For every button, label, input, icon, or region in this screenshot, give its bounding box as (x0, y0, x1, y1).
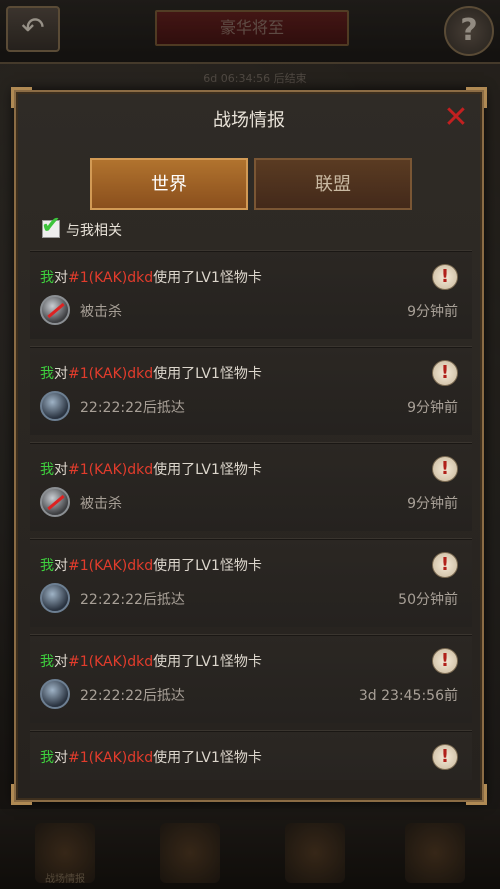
entry-status-text: 22:22:22后抵达 (80, 400, 185, 416)
intel-entry[interactable]: 我对#1(KAK)dkd使用了LV1怪物卡 ! 被击杀 9分钟前 (30, 250, 472, 339)
entry-status-text: 被击杀 (80, 304, 122, 320)
intel-entry[interactable]: 我对#1(KAK)dkd使用了LV1怪物卡 ! 22:22:22后抵达 9分钟前 (30, 346, 472, 435)
corner-ornament (466, 784, 487, 805)
monster-icon (40, 391, 70, 421)
entry-verb: 对 (54, 750, 68, 766)
monster-icon (40, 583, 70, 613)
corner-ornament (11, 87, 32, 108)
entry-message: 我对#1(KAK)dkd使用了LV1怪物卡 (40, 459, 262, 479)
entry-time: 3d 23:45:56前 (358, 688, 458, 704)
entry-verb: 对 (54, 654, 68, 670)
entry-verb: 对 (54, 366, 68, 382)
intel-entry[interactable]: 我对#1(KAK)dkd使用了LV1怪物卡 ! (30, 730, 472, 780)
close-icon: ✕ (443, 100, 469, 135)
entry-status-text: 被击杀 (80, 496, 122, 512)
entry-time: 9分钟前 (407, 496, 458, 512)
entry-action: 使用了LV1怪物卡 (153, 366, 262, 382)
entry-action: 使用了LV1怪物卡 (153, 654, 262, 670)
entry-action: 使用了LV1怪物卡 (153, 558, 262, 574)
entry-message: 我对#1(KAK)dkd使用了LV1怪物卡 (40, 651, 262, 671)
warning-icon[interactable]: ! (432, 456, 458, 482)
entry-target[interactable]: #1(KAK)dkd (68, 366, 153, 382)
entry-message: 我对#1(KAK)dkd使用了LV1怪物卡 (40, 555, 262, 575)
warning-icon[interactable]: ! (432, 360, 458, 386)
battle-intel-panel: 战场情报 ✕ 世界 联盟 ✔ 与我相关 我对#1(KAK)dkd使用了LV1怪物卡… (11, 87, 487, 805)
entry-target[interactable]: #1(KAK)dkd (68, 462, 153, 478)
checkmark-icon: ✔ (41, 211, 62, 239)
warning-icon[interactable]: ! (432, 744, 458, 770)
entry-verb: 对 (54, 462, 68, 478)
related-filter-label: 与我相关 (66, 223, 122, 239)
entry-message: 我对#1(KAK)dkd使用了LV1怪物卡 (40, 747, 262, 767)
entry-target[interactable]: #1(KAK)dkd (68, 654, 153, 670)
monster-killed-icon (40, 487, 70, 517)
entry-time: 50分钟前 (398, 592, 458, 608)
monster-killed-icon (40, 295, 70, 325)
entry-time: 9分钟前 (407, 304, 458, 320)
tab-bar: 世界 联盟 (90, 158, 412, 212)
intel-entry[interactable]: 我对#1(KAK)dkd使用了LV1怪物卡 ! 22:22:22后抵达 50分钟… (30, 538, 472, 627)
entry-actor: 我 (40, 462, 54, 478)
entry-message: 我对#1(KAK)dkd使用了LV1怪物卡 (40, 363, 262, 383)
warning-icon[interactable]: ! (432, 648, 458, 674)
entry-actor: 我 (40, 750, 54, 766)
intel-entry[interactable]: 我对#1(KAK)dkd使用了LV1怪物卡 ! 被击杀 9分钟前 (30, 442, 472, 531)
entry-actor: 我 (40, 654, 54, 670)
entry-message: 我对#1(KAK)dkd使用了LV1怪物卡 (40, 267, 262, 287)
entry-target[interactable]: #1(KAK)dkd (68, 270, 153, 286)
tab-alliance[interactable]: 联盟 (254, 158, 412, 210)
entry-time: 9分钟前 (407, 400, 458, 416)
corner-ornament (11, 784, 32, 805)
intel-list[interactable]: 我对#1(KAK)dkd使用了LV1怪物卡 ! 被击杀 9分钟前 我对#1(KA… (30, 250, 472, 780)
related-checkbox[interactable]: ✔ (41, 213, 61, 238)
monster-icon (40, 679, 70, 709)
entry-action: 使用了LV1怪物卡 (153, 750, 262, 766)
warning-icon[interactable]: ! (432, 552, 458, 578)
entry-action: 使用了LV1怪物卡 (153, 462, 262, 478)
entry-verb: 对 (54, 558, 68, 574)
entry-action: 使用了LV1怪物卡 (153, 270, 262, 286)
warning-icon[interactable]: ! (432, 264, 458, 290)
entry-target[interactable]: #1(KAK)dkd (68, 750, 153, 766)
panel-title: 战场情报 (213, 110, 285, 131)
entry-status-text: 22:22:22后抵达 (80, 592, 185, 608)
entry-actor: 我 (40, 366, 54, 382)
entry-verb: 对 (54, 270, 68, 286)
intel-entry[interactable]: 我对#1(KAK)dkd使用了LV1怪物卡 ! 22:22:22后抵达 3d 2… (30, 634, 472, 723)
tab-world[interactable]: 世界 (90, 158, 248, 210)
related-filter[interactable]: ✔ 与我相关 (41, 213, 122, 242)
entry-status-text: 22:22:22后抵达 (80, 688, 185, 704)
close-button[interactable]: ✕ (442, 103, 470, 133)
entry-actor: 我 (40, 270, 54, 286)
entry-actor: 我 (40, 558, 54, 574)
entry-target[interactable]: #1(KAK)dkd (68, 558, 153, 574)
